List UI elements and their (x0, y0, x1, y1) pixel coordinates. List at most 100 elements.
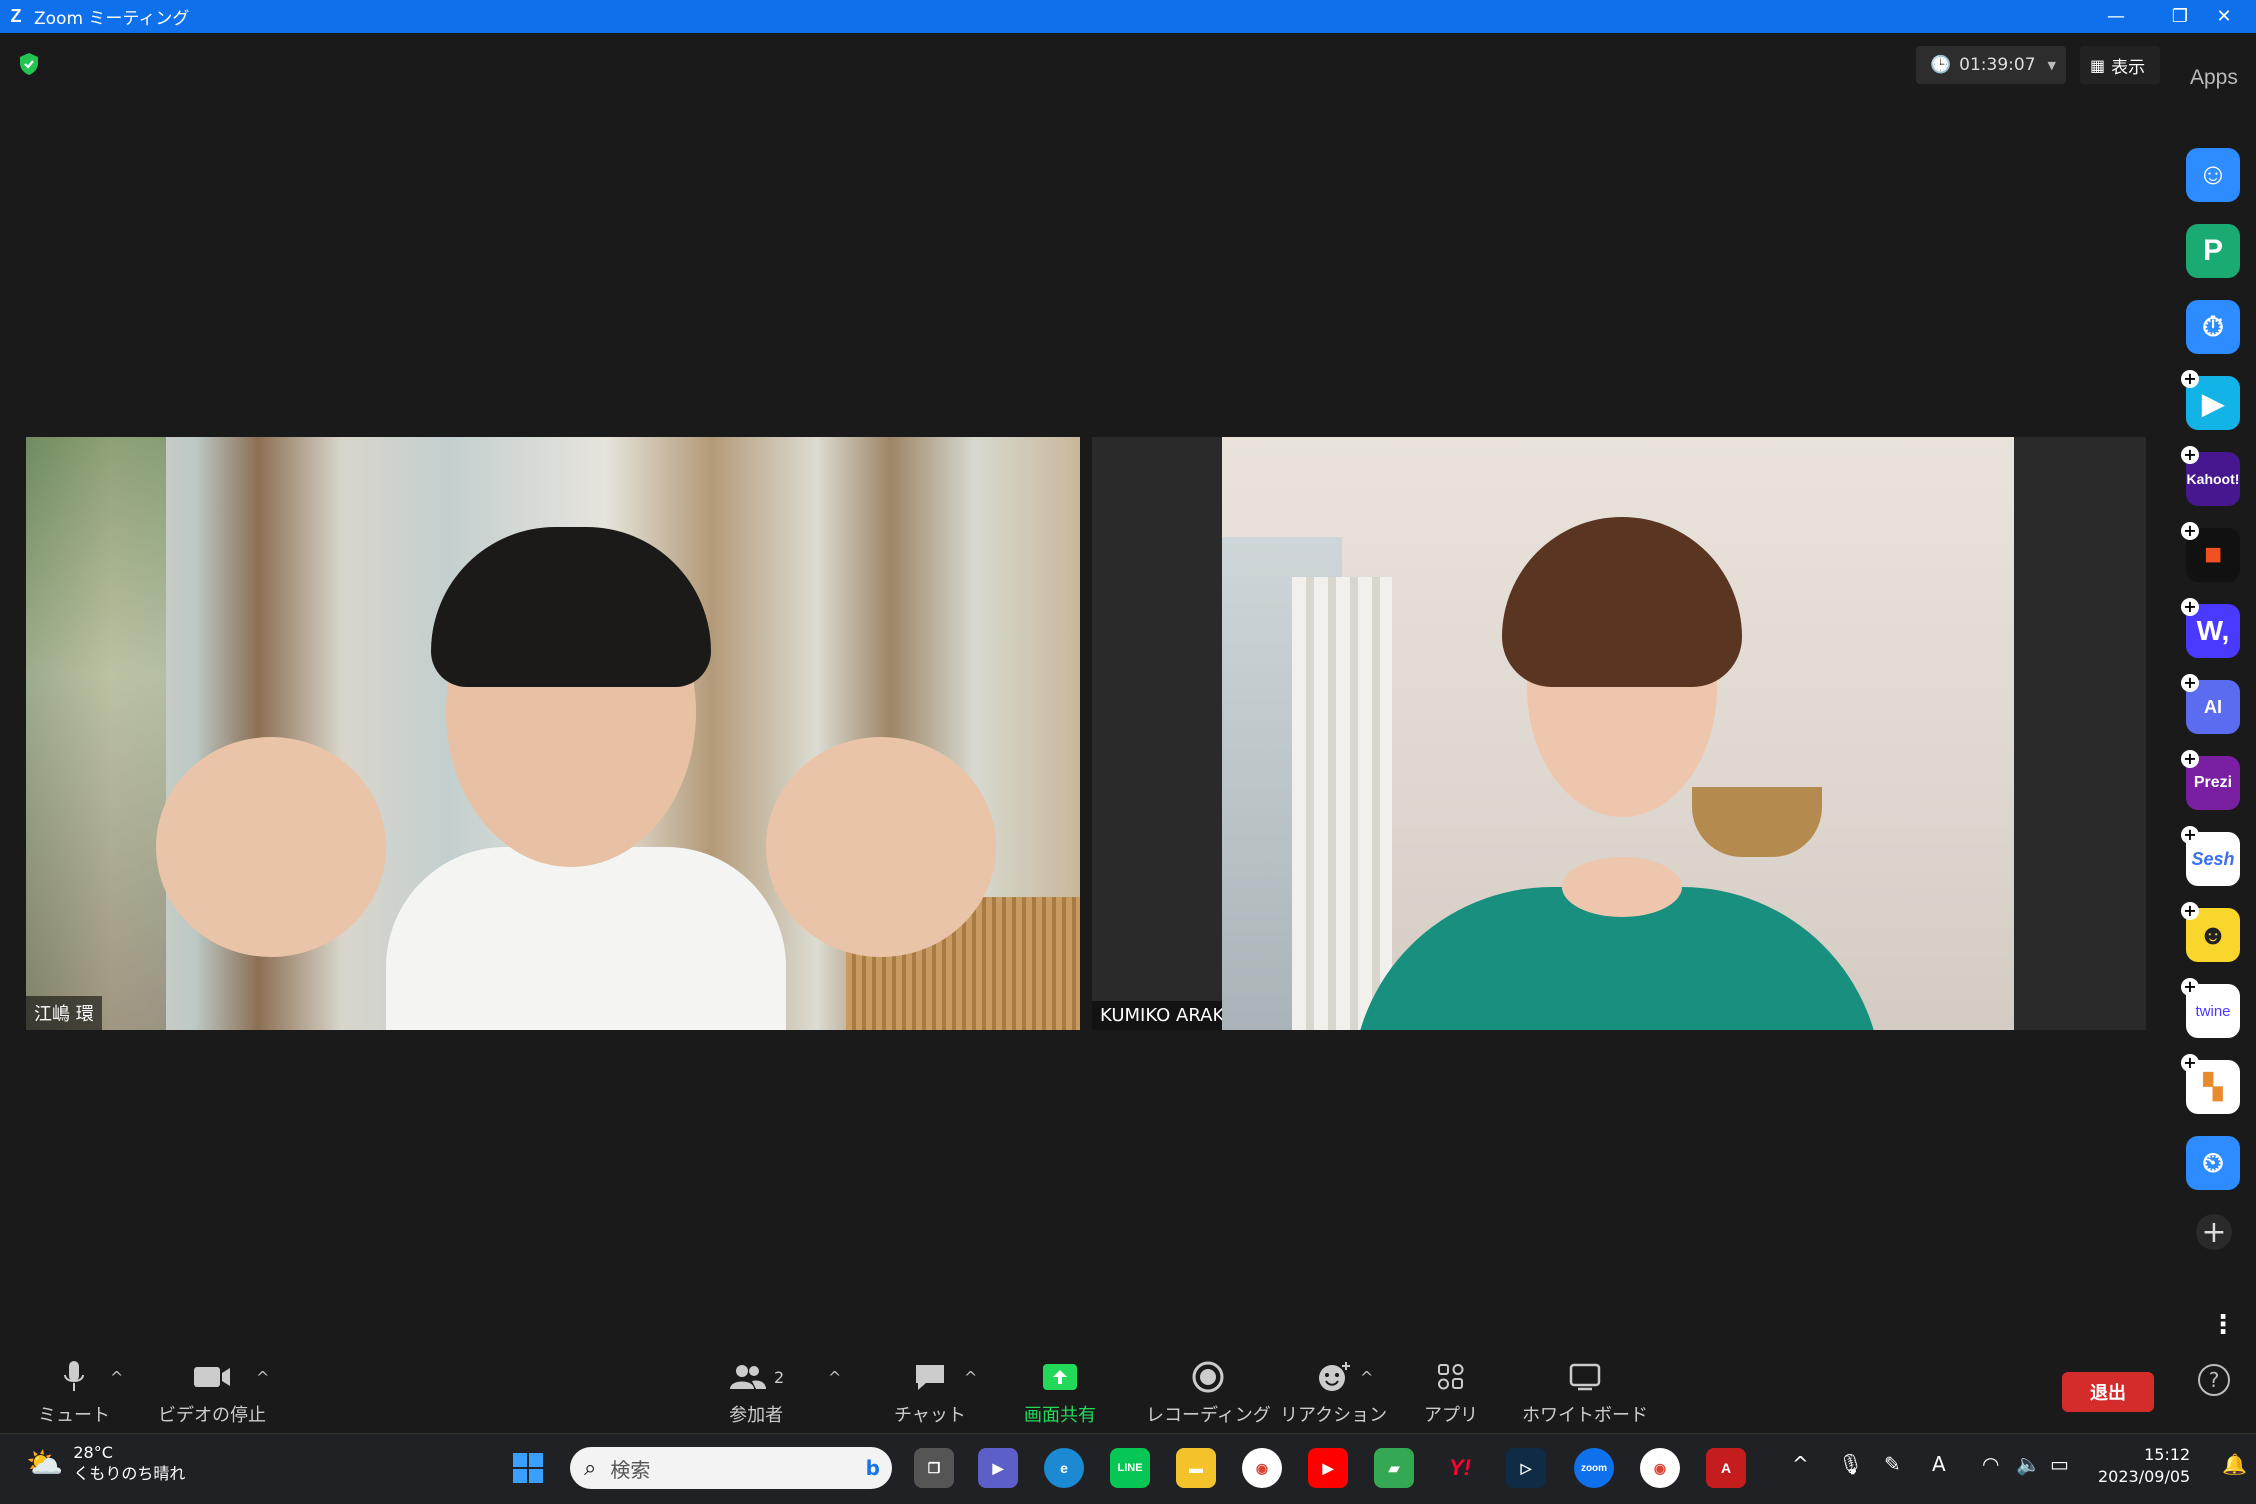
apps-label: アプリ (1424, 1405, 1478, 1426)
video-options-chevron-icon[interactable]: ^ (256, 1368, 269, 1387)
reactions-options-chevron-icon[interactable]: ^ (1360, 1368, 1373, 1387)
pen-icon[interactable]: ✎ (1884, 1452, 1901, 1476)
share-screen-icon (1041, 1357, 1079, 1397)
add-app-icon[interactable]: + (2181, 1054, 2199, 1072)
apps-button[interactable]: アプリ (1424, 1357, 1478, 1427)
person-body (386, 847, 786, 1030)
add-app-icon[interactable]: + (2181, 522, 2199, 540)
search-icon: ⌕ (584, 1455, 597, 1481)
timer-value: 01:39:07 (1959, 55, 2036, 75)
minimize-button[interactable]: — (2084, 0, 2148, 33)
add-app-icon[interactable]: + (2181, 446, 2199, 464)
person-hair (1502, 517, 1742, 687)
line-icon[interactable]: LINE (1110, 1448, 1150, 1488)
chat-options-chevron-icon[interactable]: ^ (964, 1368, 977, 1387)
whiteboard-label: ホワイトボード (1522, 1405, 1648, 1426)
apps-panel-label: Apps (2190, 66, 2238, 89)
clock-date: 2023/09/05 (2098, 1467, 2191, 1486)
video-camera-icon (192, 1357, 232, 1397)
add-app-icon[interactable]: + (2181, 750, 2199, 768)
google-chat-icon[interactable]: ▰ (1374, 1448, 1414, 1488)
share-screen-label: 画面共有 (1024, 1405, 1096, 1426)
add-app-icon[interactable]: + (2181, 826, 2199, 844)
smile-app-icon[interactable]: ☺ (2186, 148, 2240, 202)
participants-options-chevron-icon[interactable]: ^ (828, 1368, 841, 1387)
meeting-timer[interactable]: 🕒 01:39:07 ▼ (1916, 46, 2066, 84)
record-label: レコーディング (1146, 1405, 1271, 1426)
bing-icon: b (865, 1456, 880, 1480)
edge-icon[interactable]: e (1044, 1448, 1084, 1488)
left-hand (156, 737, 386, 957)
timer-app-icon[interactable]: ⏱ (2186, 300, 2240, 354)
basket (1692, 787, 1822, 857)
participants-button[interactable]: 2 参加者 (728, 1357, 784, 1427)
chrome-profile-icon[interactable]: ◉ (1640, 1448, 1680, 1488)
add-app-icon[interactable]: + (2181, 978, 2199, 996)
search-placeholder: 検索 (610, 1457, 651, 1482)
close-button[interactable]: ✕ (2192, 0, 2256, 33)
battery-icon[interactable]: ▭ (2050, 1452, 2069, 1476)
mute-button[interactable]: ミュート (38, 1357, 110, 1427)
stopwatch-app-icon[interactable]: ⏲ (2186, 1136, 2240, 1190)
room-curtain (1292, 577, 1392, 1030)
task-view-icon[interactable]: ❐ (914, 1448, 954, 1488)
windows-start-icon[interactable] (508, 1448, 548, 1488)
stop-video-button[interactable]: ビデオの停止 (158, 1357, 266, 1427)
add-app-icon[interactable]: + (2181, 370, 2199, 388)
teams-chat-icon[interactable]: ▶ (978, 1448, 1018, 1488)
person-hair (431, 527, 711, 687)
record-icon (1191, 1357, 1225, 1397)
reaction-smile-icon (1316, 1357, 1352, 1397)
reactions-label: リアクション (1280, 1405, 1388, 1426)
view-label: 表示 (2111, 57, 2146, 78)
add-app-icon[interactable]: + (2181, 674, 2199, 692)
notification-bell-icon[interactable]: 🔔 (2222, 1452, 2247, 1476)
share-screen-button[interactable]: 画面共有 (1024, 1357, 1096, 1427)
whiteboard-button[interactable]: ホワイトボード (1522, 1357, 1648, 1427)
help-icon[interactable]: ? (2198, 1364, 2230, 1396)
leave-button[interactable]: 退出 (2062, 1372, 2154, 1412)
taskbar-clock[interactable]: 15:12 2023/09/05 (2098, 1444, 2190, 1488)
plant-decoration (26, 437, 166, 1030)
cloud-sun-icon: ⛅ (26, 1445, 64, 1481)
view-button[interactable]: ▦ 表示 (2080, 46, 2160, 84)
weather-widget[interactable]: ⛅ 28°C くもりのち晴れ (26, 1442, 185, 1484)
chat-label: チャット (894, 1405, 966, 1426)
encryption-shield-icon[interactable] (18, 52, 40, 76)
whiteboard-icon (1568, 1357, 1602, 1397)
participants-label: 参加者 (729, 1405, 784, 1426)
add-app-icon[interactable]: + (2181, 902, 2199, 920)
add-app-icon[interactable]: + (2181, 598, 2199, 616)
show-hidden-icons-chevron-icon[interactable]: ^ (1792, 1452, 1809, 1476)
taskbar-search[interactable]: ⌕ 検索 b (570, 1447, 892, 1489)
file-explorer-icon[interactable]: ▬ (1176, 1448, 1216, 1488)
mute-label: ミュート (38, 1405, 110, 1426)
microphone-tray-icon[interactable]: 🎙 (1838, 1452, 1863, 1476)
clock-icon: 🕒 (1930, 55, 1952, 75)
right-hand (766, 737, 996, 957)
chat-button[interactable]: チャット (894, 1357, 966, 1427)
deepl-icon[interactable]: ▷ (1506, 1448, 1546, 1488)
acrobat-icon[interactable]: A (1706, 1448, 1746, 1488)
youtube-icon[interactable]: ▶ (1308, 1448, 1348, 1488)
participants-icon: 2 (728, 1357, 784, 1397)
more-options-icon[interactable]: ⋮ (2210, 1310, 2236, 1340)
title-bar: Z Zoom ミーティング (0, 0, 2256, 33)
wifi-icon[interactable]: ◠ (1982, 1452, 1999, 1476)
zoom-taskbar-icon[interactable]: zoom (1574, 1448, 1614, 1488)
window-title: Zoom ミーティング (34, 9, 190, 29)
grid-icon: ▦ (2090, 55, 2106, 75)
apps-grid-icon (1436, 1357, 1466, 1397)
chevron-down-icon: ▼ (2047, 58, 2056, 72)
mute-options-chevron-icon[interactable]: ^ (110, 1368, 123, 1387)
video-tile-1[interactable]: 江嶋 環 (26, 437, 1080, 1030)
chrome-icon[interactable]: ◉ (1242, 1448, 1282, 1488)
add-apps-button[interactable]: + (2196, 1214, 2232, 1250)
weather-temp: 28°C (73, 1443, 113, 1462)
record-button[interactable]: レコーディング (1146, 1357, 1271, 1427)
yahoo-icon[interactable]: Y! (1440, 1448, 1480, 1488)
chat-bubble-icon (912, 1357, 948, 1397)
ime-icon[interactable]: A (1932, 1452, 1946, 1476)
p-app-icon[interactable]: P (2186, 224, 2240, 278)
volume-icon[interactable]: 🔈 (2016, 1452, 2041, 1476)
